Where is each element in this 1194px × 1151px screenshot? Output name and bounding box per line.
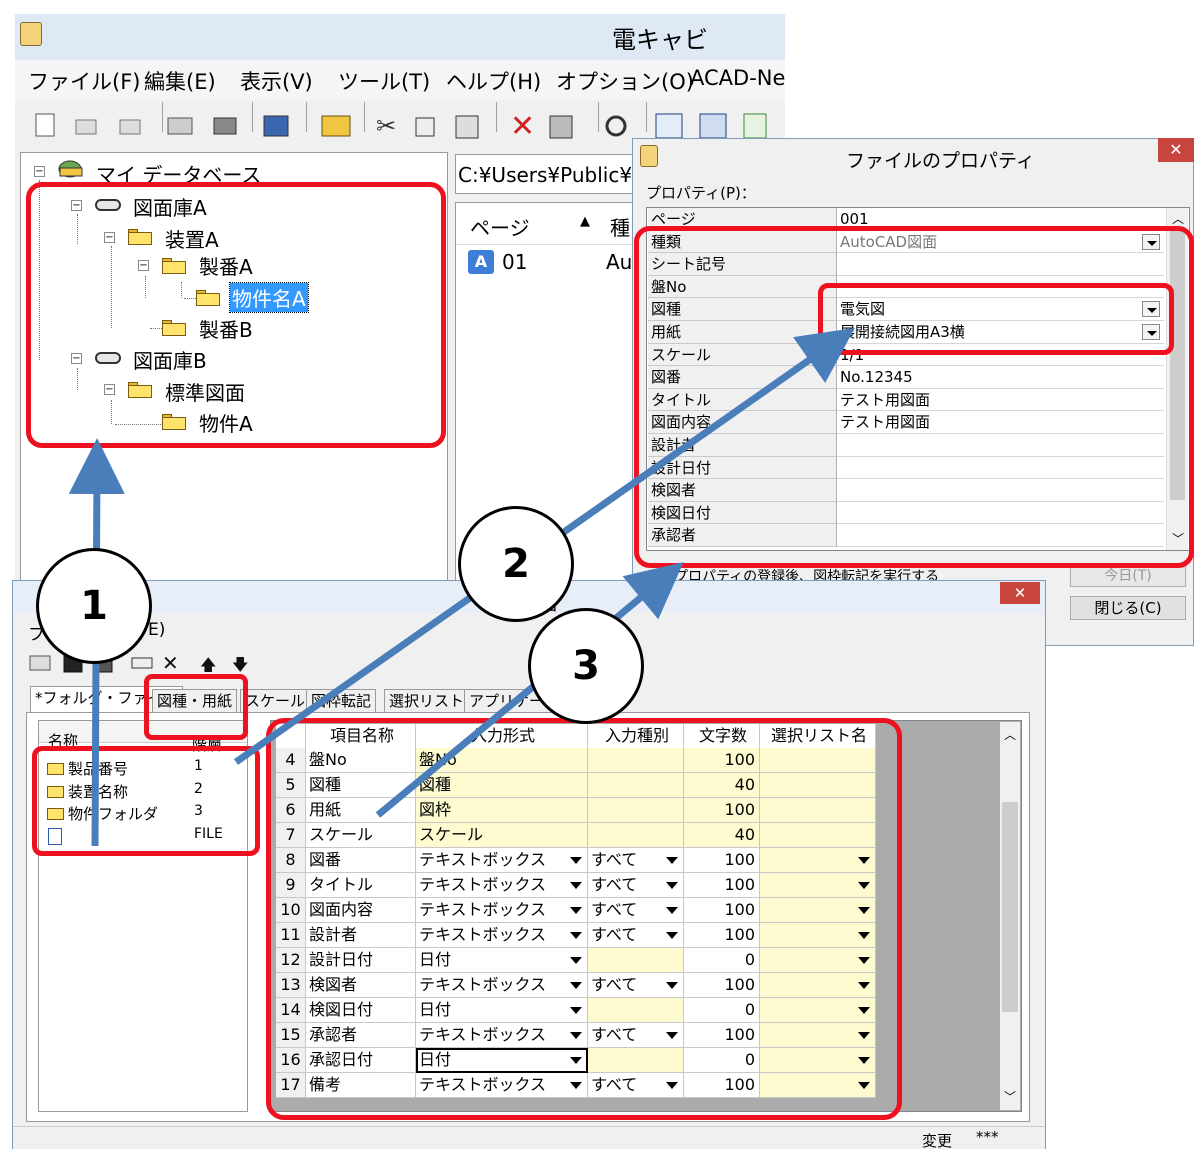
annotation-label-3: 3: [528, 608, 644, 724]
annotation-label-1: 1: [36, 548, 152, 664]
annotation-label-2: 2: [458, 506, 574, 622]
annotation-arrows: [68, 327, 855, 847]
